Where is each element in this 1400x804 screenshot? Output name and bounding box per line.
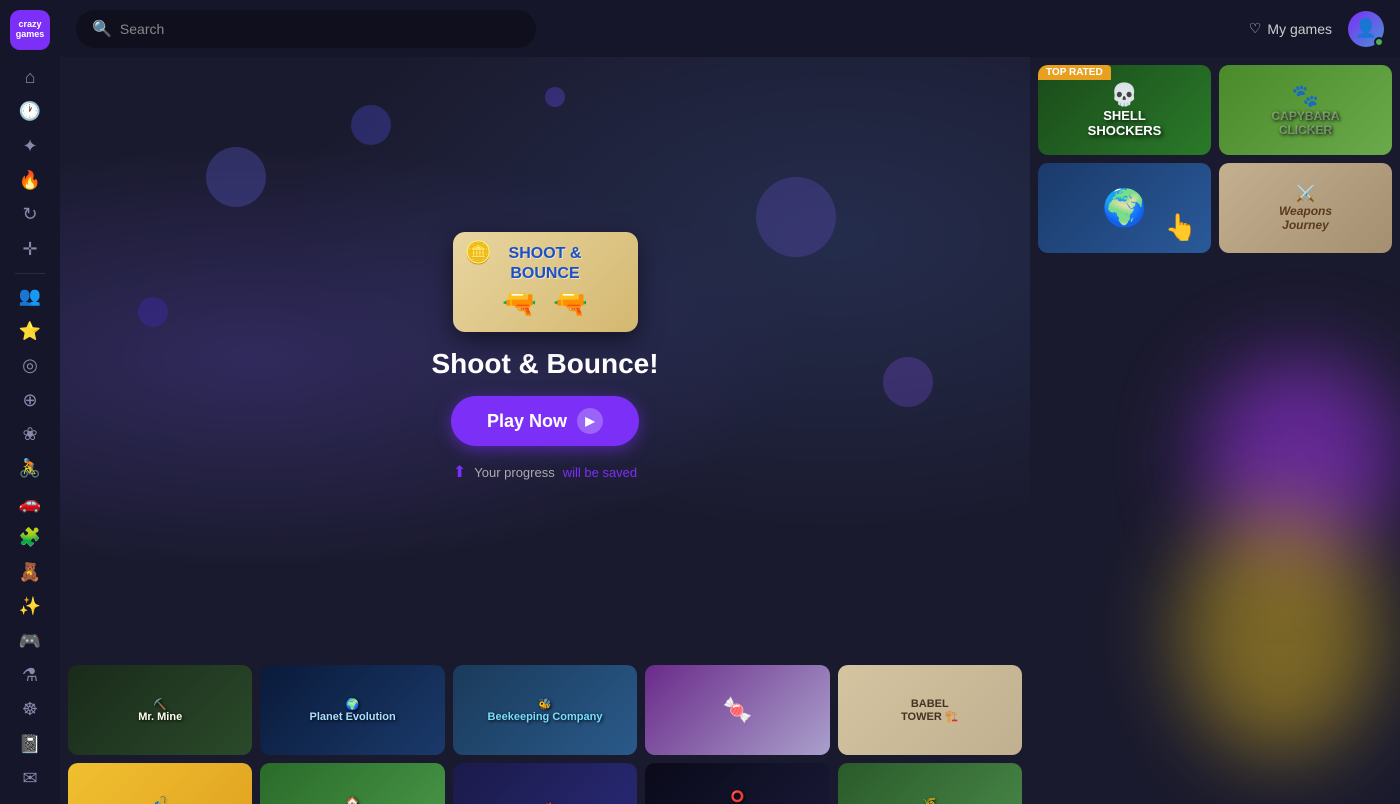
game-card-smash-karts[interactable]: 🏎️Smash Karts xyxy=(453,763,637,804)
guns-decoration: 🔫 🔫 xyxy=(502,287,588,320)
hero-section: 🪙 SHOOT &BOUNCE 🔫 🔫 Shoot & Bounce! Play… xyxy=(60,57,1030,657)
game-card-planet-evolution[interactable]: 🌍Planet Evolution xyxy=(260,665,444,755)
featured-card-world[interactable]: 🌍 👆 xyxy=(1038,163,1211,253)
mail-icon[interactable]: ✉ xyxy=(10,764,50,794)
thumbnail-title: SHOOT &BOUNCE xyxy=(509,244,582,282)
shell-title: 💀 SHELLSHOCKERS xyxy=(1080,74,1170,146)
search-input[interactable] xyxy=(120,21,520,37)
sidebar: crazygames ⌂ 🕐 ✦ 🔥 ↻ ✛ 👥 ⭐ ◎ ⊕ ❀ 🚴 🚗 🧩 🧸… xyxy=(0,0,60,804)
game-card-revolution-idle-x[interactable]: ⭕Revolution Idle XDEMO xyxy=(645,763,829,804)
capybara-title: 🐾 CAPYBARACLICKER xyxy=(1263,75,1347,145)
card-bg: 🍬 xyxy=(645,665,829,755)
blob-yellow xyxy=(1180,507,1380,757)
game-main: 🪙 SHOOT &BOUNCE 🔫 🔫 Shoot & Bounce! Play… xyxy=(60,57,1030,804)
game-card-idle-farming[interactable]: 🌾Idle Farming Business xyxy=(838,763,1022,804)
featured-card-weapons-journey[interactable]: ⚔️ WeaponsJourney xyxy=(1219,163,1392,253)
game-row-2: 🎣Tiny Fishing 🏠Idle House Build 🏎️Smash … xyxy=(68,763,1022,804)
game-card-idle-house-build[interactable]: 🏠Idle House Build xyxy=(260,763,444,804)
heart-icon: ♡ xyxy=(1249,20,1262,37)
category-icon[interactable]: ⊕ xyxy=(10,385,50,415)
game-row-1: ⛏️Mr. Mine 🌍Planet Evolution 🐝Beekeeping… xyxy=(68,665,1022,755)
game-title: Shoot & Bounce! xyxy=(431,348,658,380)
friends-icon[interactable]: 👥 xyxy=(10,281,50,311)
header: 🔍 ♡ My games 👤 xyxy=(60,0,1400,57)
new-icon[interactable]: ✦ xyxy=(10,131,50,161)
game-card-candy[interactable]: 🍬 xyxy=(645,665,829,755)
bubble-6 xyxy=(545,87,565,107)
compass-icon[interactable]: ◎ xyxy=(10,350,50,380)
recent-icon[interactable]: 🕐 xyxy=(10,96,50,126)
puzzle-icon[interactable]: 🧩 xyxy=(10,523,50,553)
star-icon[interactable]: ⭐ xyxy=(10,316,50,346)
progress-note: ⬆ Your progress will be saved xyxy=(453,462,637,482)
card-bg: 🎣Tiny Fishing xyxy=(68,763,252,804)
progress-highlight: will be saved xyxy=(563,465,637,480)
featured-card-shell-shockers[interactable]: TOP RATED 💀 SHELLSHOCKERS xyxy=(1038,65,1211,155)
game-card-babel-tower[interactable]: BABELTOWER 🏗️ xyxy=(838,665,1022,755)
flask-icon[interactable]: ⚗ xyxy=(10,660,50,690)
avatar-online-dot xyxy=(1374,37,1384,47)
weapons-title: ⚔️ WeaponsJourney xyxy=(1271,176,1340,240)
right-panel: TOP RATED 💀 SHELLSHOCKERS 🐾 CAPYBARACLIC… xyxy=(1030,57,1400,804)
logo[interactable]: crazygames xyxy=(8,10,52,50)
bubble-4 xyxy=(138,297,168,327)
divider-1 xyxy=(15,273,45,274)
play-circle-icon: ▶ xyxy=(577,408,603,434)
my-games-button[interactable]: ♡ My games xyxy=(1249,20,1332,37)
progress-icon: ⬆ xyxy=(453,462,466,482)
search-bar[interactable]: 🔍 xyxy=(76,10,536,48)
card-bg: 🐝Beekeeping Company xyxy=(453,665,637,755)
card-bg: 🌍Planet Evolution xyxy=(260,665,444,755)
bubble-3 xyxy=(756,177,836,257)
content: 🪙 SHOOT &BOUNCE 🔫 🔫 Shoot & Bounce! Play… xyxy=(60,57,1400,804)
search-icon: 🔍 xyxy=(92,19,112,39)
bubble-2 xyxy=(351,105,391,145)
game-card-beekeeping[interactable]: 🐝Beekeeping Company xyxy=(453,665,637,755)
card-bg: 🌾Idle Farming Business xyxy=(838,763,1022,804)
hot-icon[interactable]: 🔥 xyxy=(10,165,50,195)
card-bg: 🏎️Smash Karts xyxy=(453,763,637,804)
baby-icon[interactable]: 🧸 xyxy=(10,557,50,587)
game-card-tiny-fishing[interactable]: 🎣Tiny Fishing xyxy=(68,763,252,804)
logo-box: crazygames xyxy=(10,10,50,50)
card-bg: ⭕Revolution Idle XDEMO xyxy=(645,763,829,804)
thumbnail-inner: SHOOT &BOUNCE 🔫 🔫 xyxy=(502,244,588,319)
home-icon[interactable]: ⌂ xyxy=(10,62,50,92)
card-bg: 🏠Idle House Build xyxy=(260,763,444,804)
game-grid: ⛏️Mr. Mine 🌍Planet Evolution 🐝Beekeeping… xyxy=(60,657,1030,804)
avatar[interactable]: 👤 xyxy=(1348,11,1384,47)
top-rated-badge: TOP RATED xyxy=(1038,65,1111,80)
coin-icon: 🪙 xyxy=(465,240,492,266)
bubble-1 xyxy=(206,147,266,207)
events-icon[interactable]: ✨ xyxy=(10,591,50,621)
book-icon[interactable]: 📓 xyxy=(10,729,50,759)
bubble-5 xyxy=(883,357,933,407)
play-now-button[interactable]: Play Now ▶ xyxy=(451,396,639,446)
card-bg: ⛏️Mr. Mine xyxy=(68,665,252,755)
sports-icon[interactable]: 🚴 xyxy=(10,454,50,484)
card-bg: BABELTOWER 🏗️ xyxy=(838,665,1022,755)
header-right: ♡ My games 👤 xyxy=(1249,11,1384,47)
progress-text: Your progress xyxy=(474,465,554,480)
play-button-label: Play Now xyxy=(487,411,567,432)
car-icon[interactable]: 🚗 xyxy=(10,488,50,518)
game-thumbnail[interactable]: 🪙 SHOOT &BOUNCE 🔫 🔫 xyxy=(453,232,638,332)
my-games-label: My games xyxy=(1267,21,1332,37)
crosshair-icon[interactable]: ✛ xyxy=(10,234,50,264)
featured-card-capybara[interactable]: 🐾 CAPYBARACLICKER xyxy=(1219,65,1392,155)
featured-games: TOP RATED 💀 SHELLSHOCKERS 🐾 CAPYBARACLIC… xyxy=(1038,65,1392,253)
hero-content: 🪙 SHOOT &BOUNCE 🔫 🔫 Shoot & Bounce! Play… xyxy=(431,232,658,482)
game-card-mr-mine[interactable]: ⛏️Mr. Mine xyxy=(68,665,252,755)
blob-purple xyxy=(1200,357,1400,557)
plants-icon[interactable]: ❀ xyxy=(10,419,50,449)
controller-icon[interactable]: 🎮 xyxy=(10,626,50,656)
main-content: 🔍 ♡ My games 👤 xyxy=(60,0,1400,804)
update-icon[interactable]: ↻ xyxy=(10,200,50,230)
world-title: 🌍 👆 xyxy=(1094,179,1155,237)
wheel-icon[interactable]: ☸ xyxy=(10,695,50,725)
